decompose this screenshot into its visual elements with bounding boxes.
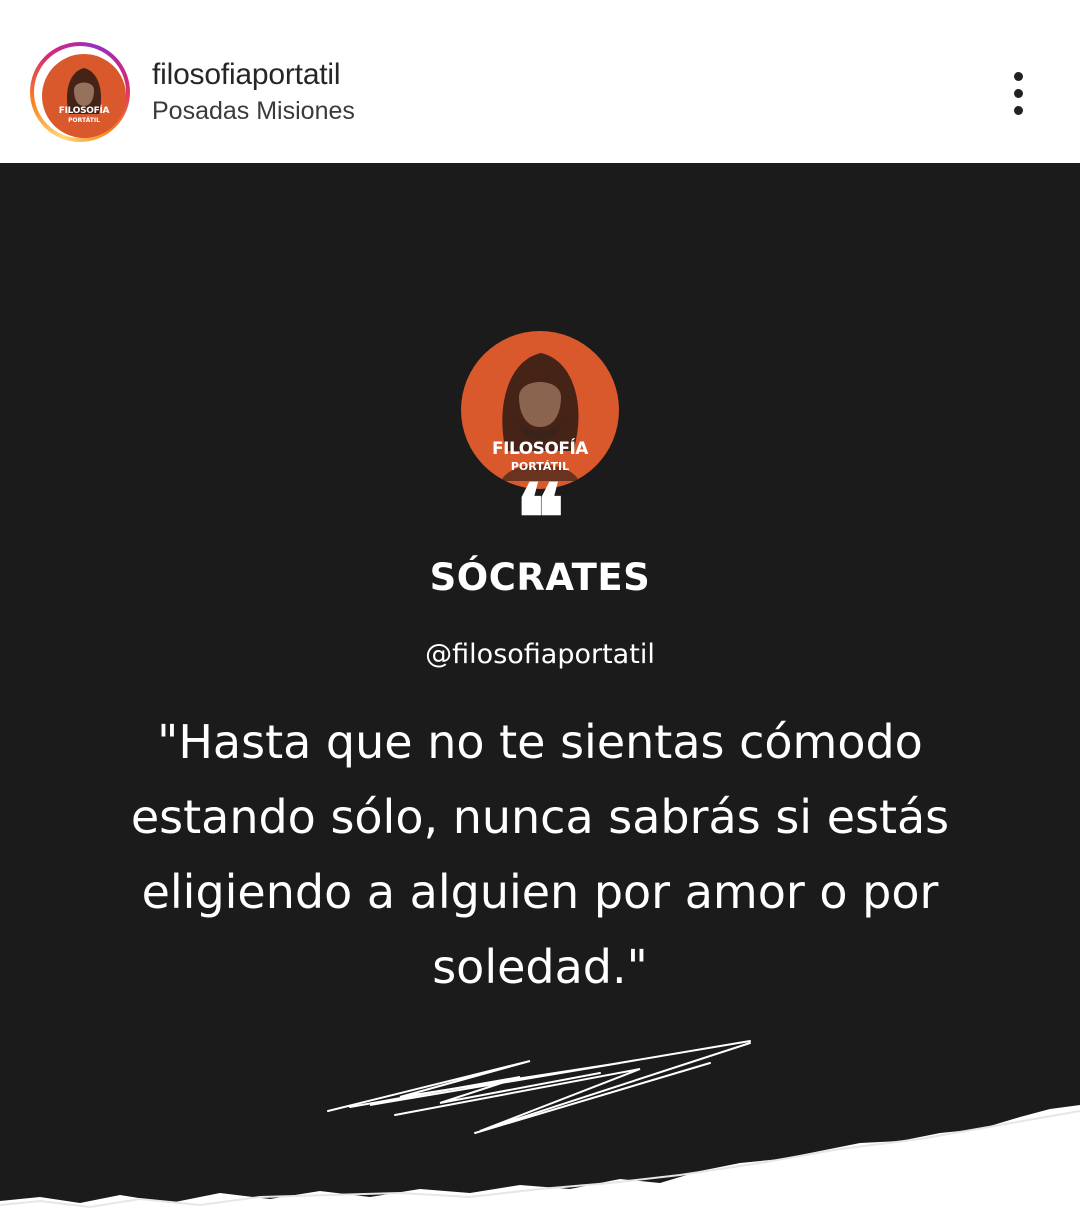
avatar-logo-subtitle: PORTÁTIL (68, 117, 100, 124)
torn-paper-edge (0, 1105, 1080, 1229)
post-image[interactable]: FILOSOFÍA PORTÁTIL ❝ SÓCRATES @filosofia… (0, 163, 1080, 1229)
quote-line: "Hasta que no te sientas cómodo (157, 715, 923, 769)
username-link[interactable]: filosofiaportatil (152, 58, 341, 92)
location-link[interactable]: Posadas Misiones (152, 97, 355, 126)
quote-author: SÓCRATES (429, 556, 651, 599)
quote-text: "Hasta que no te sientas cómodo estando … (100, 705, 980, 1005)
author-handle: @filosofiaportatil (425, 639, 655, 670)
profile-avatar[interactable]: FILOSOFÍA PORTÁTIL (30, 42, 130, 142)
quote-line: eligiendo a alguien por amor o por (141, 865, 939, 919)
logo-title: FILOSOFÍA (492, 439, 588, 459)
post-header: FILOSOFÍA PORTÁTIL filosofiaportatil Pos… (0, 0, 1080, 163)
quote-line: estando sólo, nunca sabrás si estás (130, 790, 950, 844)
more-options-button[interactable] (1000, 66, 1036, 122)
bust-illustration (66, 68, 102, 114)
quote-line: soledad." (432, 940, 648, 994)
avatar-logo-title: FILOSOFÍA (58, 106, 110, 116)
more-vertical-icon (1014, 72, 1023, 81)
avatar-logo: FILOSOFÍA PORTÁTIL (42, 54, 126, 138)
